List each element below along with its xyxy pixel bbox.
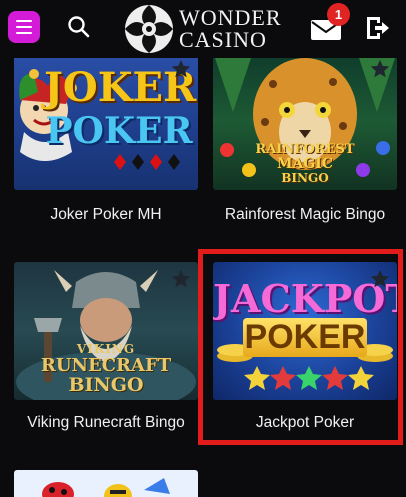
game-thumbnail[interactable]	[14, 470, 198, 497]
logo-swirl-icon	[125, 5, 173, 53]
game-tile-partial[interactable]	[14, 470, 198, 497]
favorite-star-icon[interactable]	[369, 268, 391, 290]
game-thumbnail[interactable]: JACKPOT POKER	[213, 262, 397, 400]
game-caption[interactable]: Joker Poker MH	[14, 206, 198, 224]
favorite-star-icon[interactable]	[170, 268, 192, 290]
menu-button[interactable]	[8, 11, 40, 43]
art-title-line2: POKER	[243, 318, 367, 357]
favorite-star-icon[interactable]	[369, 58, 391, 80]
menu-icon	[16, 20, 32, 22]
favorite-star-icon[interactable]	[170, 58, 192, 80]
art-title-line1: VIKING	[76, 342, 136, 356]
game-thumbnail[interactable]: JOKER POKER	[14, 52, 198, 190]
game-caption[interactable]: Viking Runecraft Bingo	[14, 414, 198, 432]
notification-badge[interactable]: 1	[327, 3, 350, 26]
game-thumbnail[interactable]: RAINFOREST MAGIC BINGO	[213, 52, 397, 190]
top-nav-bar: WONDER CASINO 1	[0, 0, 406, 58]
search-icon[interactable]	[66, 14, 92, 40]
game-thumbnail[interactable]: VIKING RUNECRAFT BINGO	[14, 262, 198, 400]
art-title-line2: MAGIC	[276, 156, 333, 172]
art-title-line3: BINGO	[68, 374, 144, 396]
art-title-line2: POKER	[45, 110, 193, 152]
wonder-casino-logo[interactable]: WONDER CASINO	[123, 3, 282, 55]
art-title-line2: RUNECRAFT	[40, 355, 172, 376]
logout-icon[interactable]	[363, 14, 391, 42]
partial-art	[42, 478, 170, 497]
art-title-line1: RAINFOREST	[255, 142, 355, 157]
game-caption[interactable]: Rainforest Magic Bingo	[213, 206, 397, 224]
game-caption[interactable]: Jackpot Poker	[213, 414, 397, 432]
art-title-line3: BINGO	[281, 171, 329, 185]
logo-word-casino: CASINO	[179, 27, 267, 52]
logo-word-wonder: WONDER	[179, 5, 282, 30]
